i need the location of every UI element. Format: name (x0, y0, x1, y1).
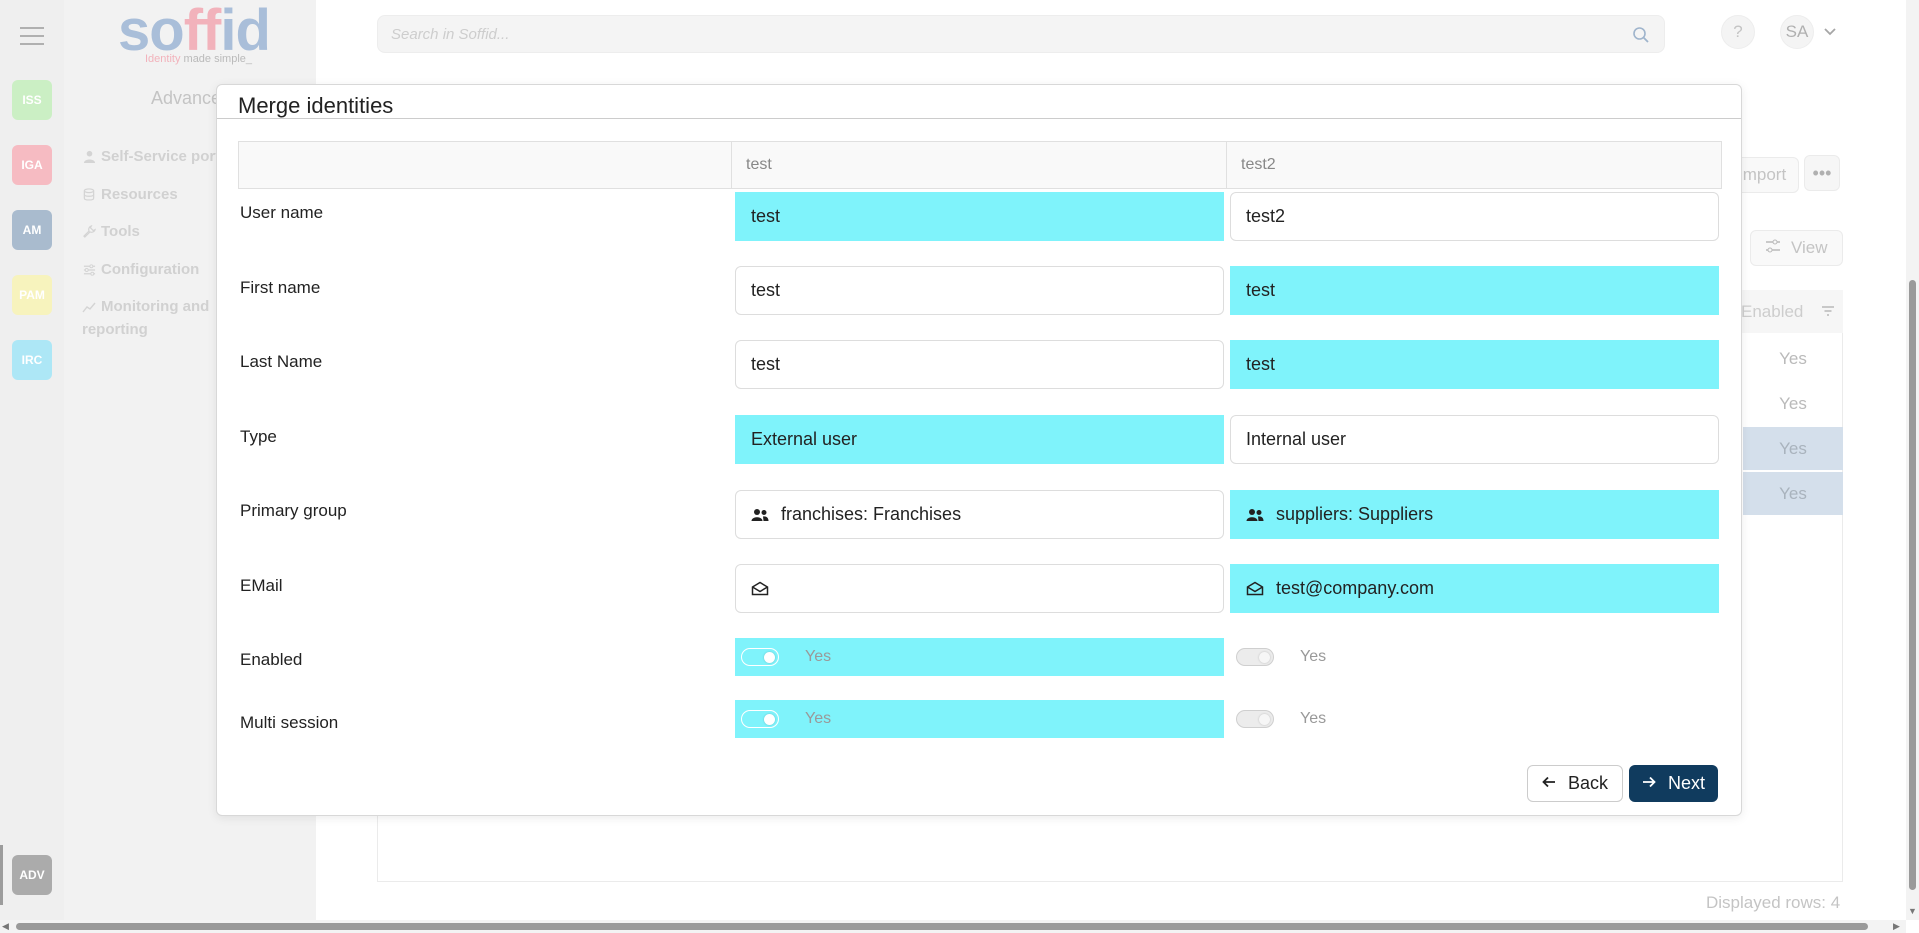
email-right-option[interactable]: test@company.com (1230, 564, 1719, 613)
option-value: Internal user (1246, 429, 1347, 449)
row-label-type: Type (240, 427, 277, 446)
enabled-toggle[interactable] (741, 648, 779, 666)
envelope-icon (751, 580, 769, 598)
column-header-attribute (238, 141, 732, 189)
divider (217, 118, 1741, 119)
enabled-left-option[interactable]: Yes (735, 638, 1224, 676)
multi-session-right-option[interactable]: Yes (1230, 700, 1719, 738)
back-label: Back (1568, 773, 1609, 793)
row-label-email: EMail (240, 576, 283, 595)
last-name-left-option[interactable]: test (735, 340, 1224, 389)
envelope-icon (1246, 580, 1264, 598)
option-value: test (1246, 354, 1276, 374)
merge-identities-dialog: Merge identities test test2 User name te… (216, 84, 1742, 816)
next-label: Next (1668, 773, 1706, 793)
group-icon (1246, 506, 1264, 524)
row-label-last-name: Last Name (240, 352, 323, 371)
arrow-right-icon (1642, 773, 1656, 794)
back-button[interactable]: Back (1527, 765, 1624, 802)
user-name-right-option[interactable]: test2 (1230, 192, 1719, 241)
enabled-toggle[interactable] (1236, 648, 1274, 666)
scrollbar-thumb[interactable] (16, 923, 1868, 930)
enabled-right-option[interactable]: Yes (1230, 638, 1719, 676)
option-value: test@company.com (1276, 578, 1434, 598)
first-name-right-option[interactable]: test (1230, 266, 1719, 315)
horizontal-scrollbar[interactable] (0, 920, 1906, 933)
last-name-right-option[interactable]: test (1230, 340, 1719, 389)
option-value: test (751, 206, 781, 226)
option-value: External user (751, 429, 858, 449)
row-label-first-name: First name (240, 278, 321, 297)
toggle-label: Yes (1300, 710, 1327, 727)
column-header-left-identity: test (731, 141, 1227, 189)
page: ISS IGA AM PAM IRC ADV soffid Identity m… (0, 0, 1919, 933)
scroll-left-arrow-icon[interactable]: ◀ (2, 921, 9, 932)
scroll-right-arrow-icon[interactable]: ▶ (1893, 921, 1900, 932)
dialog-title: Merge identities (238, 93, 394, 118)
multi-session-left-option[interactable]: Yes (735, 700, 1224, 738)
first-name-left-option[interactable]: test (735, 266, 1224, 315)
scroll-down-arrow-icon[interactable]: ▼ (1908, 906, 1917, 916)
scrollbar-thumb[interactable] (1909, 280, 1916, 890)
vertical-scrollbar[interactable] (1906, 0, 1919, 920)
next-button[interactable]: Next (1629, 765, 1719, 802)
row-label-multi-session: Multi session (240, 713, 339, 732)
multi-session-toggle[interactable] (741, 710, 779, 728)
multi-session-toggle[interactable] (1236, 710, 1274, 728)
type-left-option[interactable]: External user (735, 415, 1224, 464)
column-header-right-identity: test2 (1226, 141, 1722, 189)
arrow-left-icon (1542, 773, 1556, 794)
row-label-enabled: Enabled (240, 650, 303, 669)
option-value: suppliers: Suppliers (1276, 504, 1434, 524)
group-icon (751, 506, 769, 524)
option-value: test (1246, 280, 1276, 300)
row-label-user-name: User name (240, 203, 324, 222)
option-value: franchises: Franchises (781, 504, 962, 524)
primary-group-right-option[interactable]: suppliers: Suppliers (1230, 490, 1719, 539)
option-value: test2 (1246, 206, 1286, 226)
user-name-left-option[interactable]: test (735, 192, 1224, 241)
row-label-primary-group: Primary group (240, 501, 347, 520)
option-value: test (751, 354, 781, 374)
toggle-label: Yes (1300, 648, 1327, 665)
type-right-option[interactable]: Internal user (1230, 415, 1719, 464)
option-value: test (751, 280, 781, 300)
toggle-label: Yes (805, 710, 832, 727)
email-left-option[interactable] (735, 564, 1224, 613)
toggle-label: Yes (805, 648, 832, 665)
primary-group-left-option[interactable]: franchises: Franchises (735, 490, 1224, 539)
